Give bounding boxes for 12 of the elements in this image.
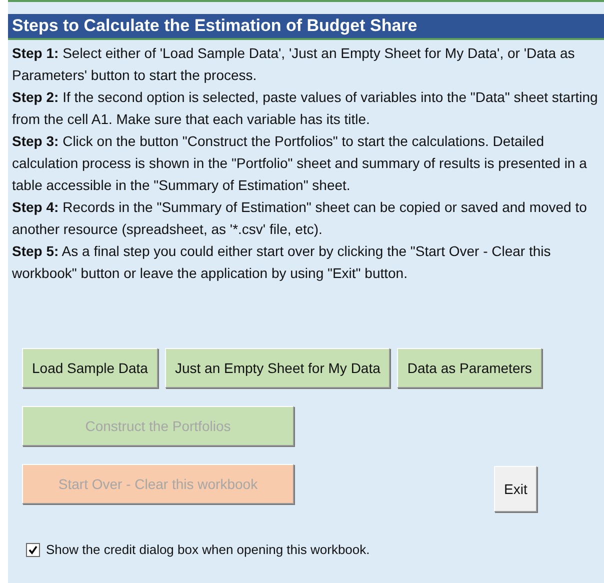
step-text: Step 3: Click on the button "Construct the Portfolios" to start the calculations. Detailed calculation process is shown in the "Portfolio" sheet and summary of results is presented in a table accessible in the "Summary of Estimation" sheet. (12, 132, 588, 195)
action-button[interactable]: Load Sample Data (22, 348, 158, 388)
step-text: Step 5: As a final step you could either start over by clicking the "Start Over - Clear this workbook" button or leave the application by using "Exit" button. (12, 242, 552, 283)
action-button[interactable]: Exit (494, 466, 538, 512)
panel-title: Steps to Calculate the Estimation of Budget Share (8, 14, 604, 40)
action-button[interactable]: Just an Empty Sheet for My Data (164, 348, 390, 388)
action-button[interactable]: Data as Parameters (397, 348, 542, 388)
step-text: Step 1: Select either of 'Load Sample Data', 'Just an Empty Sheet for My Data', or 'Data as Parameters' button to start the process. (12, 44, 576, 85)
checkbox[interactable] (26, 542, 40, 556)
step-text: Step 2: If the second option is selected, paste values of variables into the "Data" sheet starting from the cell A1. Make sure that each variable has its title. (12, 88, 599, 129)
step-text: Step 4: Records in the "Summary of Estimation" sheet can be copied or saved and moved to another resource (spreadsheet, as '*.csv' file, etc). (12, 198, 588, 239)
checkbox-label: Show the credit dialog box when opening this workbook. (46, 542, 370, 557)
